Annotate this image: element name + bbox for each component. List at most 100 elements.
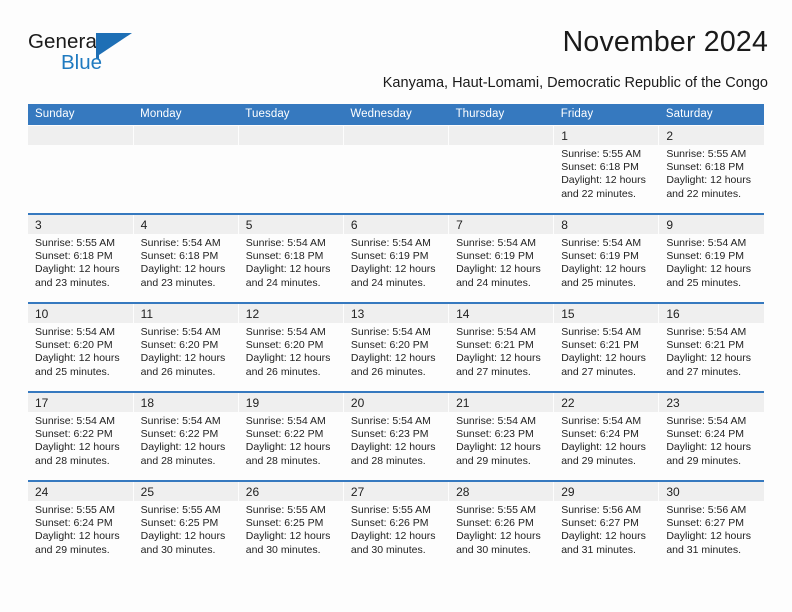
day-detail-row: Sunrise: 5:54 AM Sunset: 6:22 PM Daylight:… [28, 412, 764, 480]
sunset-text: Sunset: 6:27 PM [561, 517, 639, 530]
day-cell[interactable]: Sunrise: 5:54 AM Sunset: 6:19 PM Daylight:… [448, 234, 555, 302]
daylight-text: Daylight: 12 hours and 26 minutes. [245, 352, 331, 378]
day-cell[interactable]: Sunrise: 5:54 AM Sunset: 6:18 PM Daylight:… [238, 234, 344, 302]
day-cell[interactable]: Sunrise: 5:54 AM Sunset: 6:21 PM Daylight:… [448, 323, 555, 391]
day-cell[interactable]: Sunrise: 5:55 AM Sunset: 6:18 PM Daylight:… [658, 145, 764, 213]
day-cell[interactable]: Sunrise: 5:55 AM Sunset: 6:25 PM Daylight:… [133, 501, 239, 569]
day-number[interactable]: 13 [343, 304, 450, 323]
daylight-text: Daylight: 12 hours and 29 minutes. [666, 441, 751, 467]
day-number[interactable]: 8 [553, 215, 660, 234]
day-cell[interactable]: Sunrise: 5:54 AM Sunset: 6:20 PM Daylight:… [133, 323, 239, 391]
sunset-text: Sunset: 6:20 PM [140, 339, 219, 352]
day-cell[interactable]: Sunrise: 5:54 AM Sunset: 6:23 PM Daylight:… [448, 412, 555, 480]
day-number[interactable]: 29 [553, 482, 660, 501]
sunset-text: Sunset: 6:19 PM [456, 250, 534, 263]
day-cell[interactable]: Sunrise: 5:54 AM Sunset: 6:20 PM Daylight:… [343, 323, 450, 391]
day-number[interactable]: 16 [658, 304, 764, 323]
day-cell[interactable]: Sunrise: 5:55 AM Sunset: 6:24 PM Daylight:… [28, 501, 134, 569]
daylight-text: Daylight: 12 hours and 30 minutes. [245, 530, 331, 556]
day-number[interactable]: 5 [238, 215, 344, 234]
day-number[interactable]: 7 [448, 215, 555, 234]
day-number[interactable]: 30 [658, 482, 764, 501]
day-number[interactable]: 22 [553, 393, 660, 412]
daylight-text: Daylight: 12 hours and 25 minutes. [561, 263, 646, 289]
sunset-text: Sunset: 6:23 PM [456, 428, 534, 441]
day-cell[interactable]: Sunrise: 5:54 AM Sunset: 6:20 PM Daylight:… [238, 323, 344, 391]
general-blue-logo[interactable]: General Blue [28, 30, 158, 82]
day-cell[interactable]: Sunrise: 5:54 AM Sunset: 6:20 PM Daylight:… [28, 323, 134, 391]
day-number[interactable]: 25 [133, 482, 239, 501]
day-cell[interactable]: Sunrise: 5:54 AM Sunset: 6:22 PM Daylight:… [238, 412, 344, 480]
calendar-page: General Blue November 2024 Kanyama, Haut… [0, 0, 792, 612]
day-number[interactable]: 15 [553, 304, 660, 323]
sunset-text: Sunset: 6:18 PM [666, 161, 744, 174]
daylight-text: Daylight: 12 hours and 30 minutes. [456, 530, 541, 556]
day-number[interactable]: 18 [133, 393, 239, 412]
day-cell[interactable]: Sunrise: 5:54 AM Sunset: 6:24 PM Daylight:… [553, 412, 660, 480]
sunrise-text: Sunrise: 5:54 AM [140, 415, 221, 427]
sunset-text: Sunset: 6:20 PM [350, 339, 429, 352]
day-cell[interactable]: Sunrise: 5:54 AM Sunset: 6:19 PM Daylight:… [343, 234, 450, 302]
day-cell[interactable]: Sunrise: 5:56 AM Sunset: 6:27 PM Daylight:… [553, 501, 660, 569]
weekday-header-friday: Friday [553, 104, 659, 125]
sunrise-text: Sunrise: 5:54 AM [245, 237, 326, 249]
day-number[interactable]: 12 [238, 304, 344, 323]
day-number[interactable]: 21 [448, 393, 555, 412]
sunset-text: Sunset: 6:18 PM [245, 250, 324, 263]
day-cell[interactable]: Sunrise: 5:55 AM Sunset: 6:18 PM Daylight:… [553, 145, 660, 213]
sunset-text: Sunset: 6:18 PM [140, 250, 219, 263]
day-number[interactable]: 6 [343, 215, 450, 234]
calendar-table: Sunday Monday Tuesday Wednesday Thursday… [28, 104, 764, 569]
sunrise-text: Sunrise: 5:54 AM [456, 237, 537, 249]
day-number-row: 24 25 26 27 28 29 30 [28, 482, 764, 501]
day-number[interactable]: 1 [553, 126, 660, 145]
day-number[interactable]: 26 [238, 482, 344, 501]
sunset-text: Sunset: 6:23 PM [350, 428, 429, 441]
day-cell[interactable]: Sunrise: 5:54 AM Sunset: 6:18 PM Daylight:… [133, 234, 239, 302]
day-number[interactable]: 27 [343, 482, 450, 501]
daylight-text: Daylight: 12 hours and 24 minutes. [456, 263, 541, 289]
day-cell[interactable]: Sunrise: 5:55 AM Sunset: 6:25 PM Daylight:… [238, 501, 344, 569]
sunrise-text: Sunrise: 5:54 AM [666, 415, 747, 427]
day-number[interactable]: 4 [133, 215, 239, 234]
sunset-text: Sunset: 6:26 PM [350, 517, 429, 530]
day-cell[interactable]: Sunrise: 5:54 AM Sunset: 6:19 PM Daylight:… [658, 234, 764, 302]
sunrise-text: Sunrise: 5:55 AM [35, 237, 115, 249]
day-cell[interactable]: Sunrise: 5:54 AM Sunset: 6:21 PM Daylight:… [658, 323, 764, 391]
day-number-empty [448, 126, 555, 145]
day-cell[interactable]: Sunrise: 5:54 AM Sunset: 6:24 PM Daylight:… [658, 412, 764, 480]
day-cell[interactable]: Sunrise: 5:55 AM Sunset: 6:26 PM Daylight:… [448, 501, 555, 569]
day-number[interactable]: 24 [28, 482, 134, 501]
day-number[interactable]: 9 [658, 215, 764, 234]
calendar-grid: Sunday Monday Tuesday Wednesday Thursday… [28, 104, 764, 569]
logo-text-blue: Blue [61, 51, 103, 74]
day-number[interactable]: 23 [658, 393, 764, 412]
day-number[interactable]: 10 [28, 304, 134, 323]
day-cell[interactable]: Sunrise: 5:55 AM Sunset: 6:26 PM Daylight:… [343, 501, 450, 569]
day-number[interactable]: 20 [343, 393, 450, 412]
day-cell[interactable]: Sunrise: 5:54 AM Sunset: 6:23 PM Daylight:… [343, 412, 450, 480]
day-cell[interactable]: Sunrise: 5:54 AM Sunset: 6:22 PM Daylight:… [28, 412, 134, 480]
day-number[interactable]: 28 [448, 482, 555, 501]
sunset-text: Sunset: 6:22 PM [35, 428, 113, 441]
daylight-text: Daylight: 12 hours and 26 minutes. [350, 352, 436, 378]
sunrise-text: Sunrise: 5:55 AM [666, 148, 747, 160]
day-cell[interactable]: Sunrise: 5:54 AM Sunset: 6:22 PM Daylight:… [133, 412, 239, 480]
day-cell[interactable]: Sunrise: 5:54 AM Sunset: 6:19 PM Daylight:… [553, 234, 660, 302]
day-cell[interactable]: Sunrise: 5:56 AM Sunset: 6:27 PM Daylight:… [658, 501, 764, 569]
day-number[interactable]: 3 [28, 215, 134, 234]
day-number-empty [28, 126, 134, 145]
day-number[interactable]: 19 [238, 393, 344, 412]
sunrise-text: Sunrise: 5:54 AM [456, 415, 537, 427]
day-number[interactable]: 17 [28, 393, 134, 412]
daylight-text: Daylight: 12 hours and 29 minutes. [561, 441, 646, 467]
sunrise-text: Sunrise: 5:54 AM [245, 326, 326, 338]
daylight-text: Daylight: 12 hours and 28 minutes. [245, 441, 331, 467]
day-number[interactable]: 14 [448, 304, 555, 323]
daylight-text: Daylight: 12 hours and 22 minutes. [561, 174, 646, 200]
day-number[interactable]: 11 [133, 304, 239, 323]
day-cell[interactable]: Sunrise: 5:54 AM Sunset: 6:21 PM Daylight:… [553, 323, 660, 391]
day-number[interactable]: 2 [658, 126, 764, 145]
sunrise-text: Sunrise: 5:54 AM [35, 415, 115, 427]
day-cell[interactable]: Sunrise: 5:55 AM Sunset: 6:18 PM Daylight:… [28, 234, 134, 302]
